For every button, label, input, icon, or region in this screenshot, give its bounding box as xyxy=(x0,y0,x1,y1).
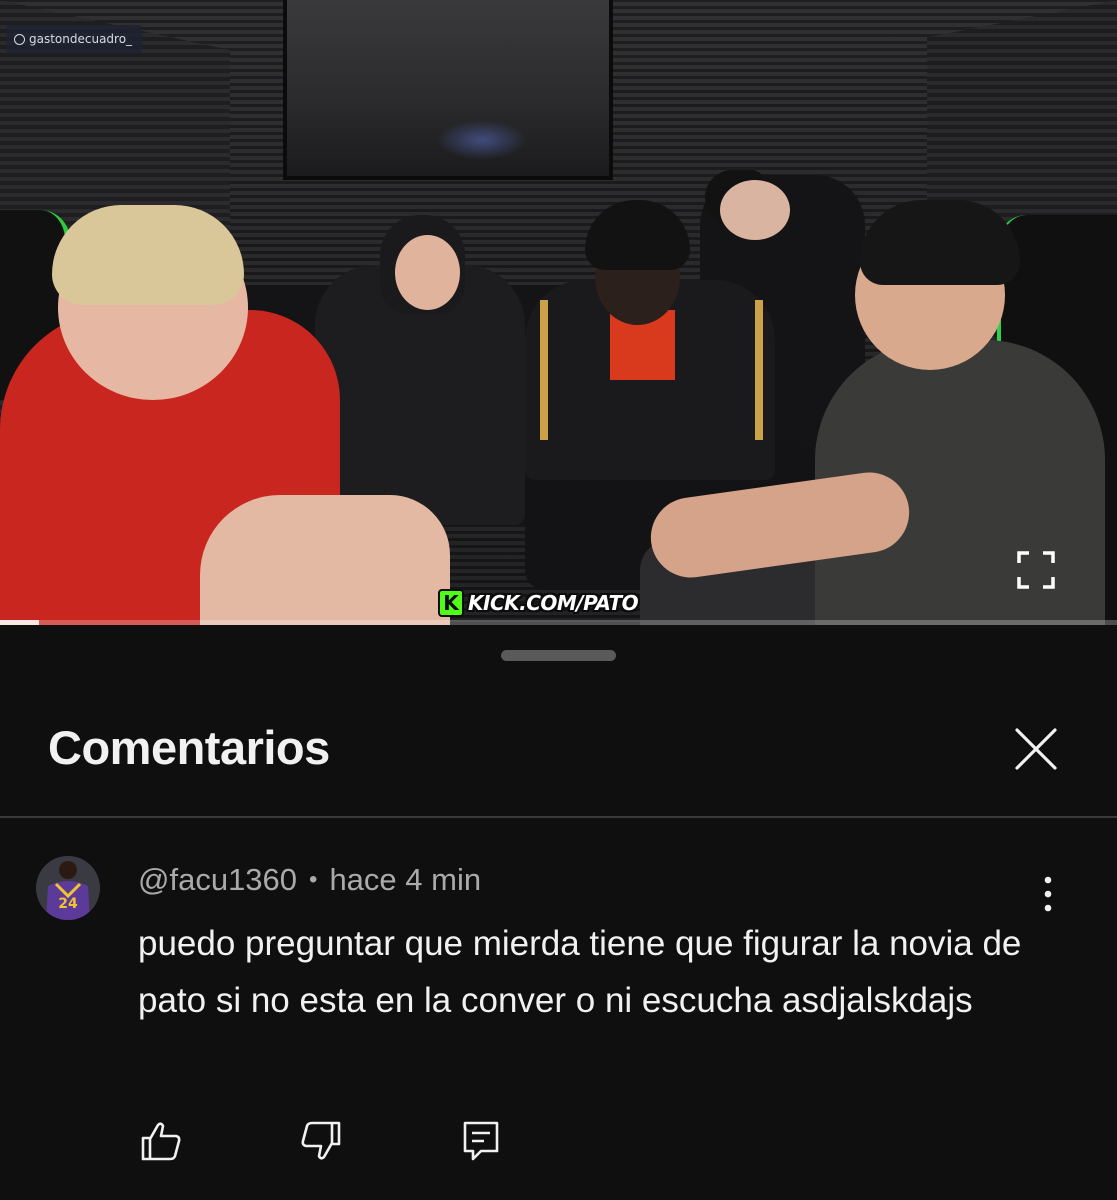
avatar-jersey-number: 24 xyxy=(58,896,78,912)
fullscreen-button[interactable] xyxy=(1016,550,1056,590)
thumbs-up-icon xyxy=(141,1121,180,1160)
video-progress-fill xyxy=(0,620,40,625)
comment-author[interactable]: @facu1360 xyxy=(138,862,297,898)
dislike-button[interactable] xyxy=(298,1118,343,1163)
video-player[interactable]: gastondecuadro_ K KICK.COM/PATO xyxy=(0,0,1117,625)
watermark-text: gastondecuadro_ xyxy=(29,32,133,46)
reply-button[interactable] xyxy=(458,1118,503,1163)
more-vertical-icon xyxy=(1044,876,1052,912)
meta-separator: • xyxy=(309,866,318,893)
like-button[interactable] xyxy=(138,1118,183,1163)
reply-icon xyxy=(463,1121,498,1160)
sheet-drag-handle[interactable] xyxy=(501,650,616,661)
kick-banner: K KICK.COM/PATO xyxy=(438,588,639,618)
close-button[interactable] xyxy=(1012,725,1060,773)
avatar-image: 24 xyxy=(36,856,100,920)
fullscreen-icon xyxy=(1017,551,1055,589)
comment-time: hace 4 min xyxy=(329,862,482,897)
comment-item: 24 @facu1360 • hace 4 min puedo pregunta… xyxy=(0,818,1117,1200)
comment-menu-button[interactable] xyxy=(1030,874,1066,914)
comments-sheet: Comentarios 24 @facu1360 • hace 4 min pu… xyxy=(0,628,1117,1200)
kick-logo-icon: K xyxy=(438,589,464,617)
close-icon xyxy=(1015,728,1057,770)
video-progress-bar[interactable] xyxy=(0,620,1117,625)
comment-actions xyxy=(138,1118,503,1163)
thumbs-down-icon xyxy=(301,1121,340,1160)
channel-watermark: gastondecuadro_ xyxy=(6,25,143,53)
wall-tv xyxy=(283,0,613,180)
avatar[interactable]: 24 xyxy=(36,856,100,920)
comment-meta: @facu1360 • hace 4 min xyxy=(138,862,481,898)
instagram-icon xyxy=(14,33,25,45)
kick-url: KICK.COM/PATO xyxy=(468,591,639,615)
comments-title: Comentarios xyxy=(48,721,330,774)
comment-text: puedo preguntar que mierda tiene que fig… xyxy=(138,924,1022,1020)
